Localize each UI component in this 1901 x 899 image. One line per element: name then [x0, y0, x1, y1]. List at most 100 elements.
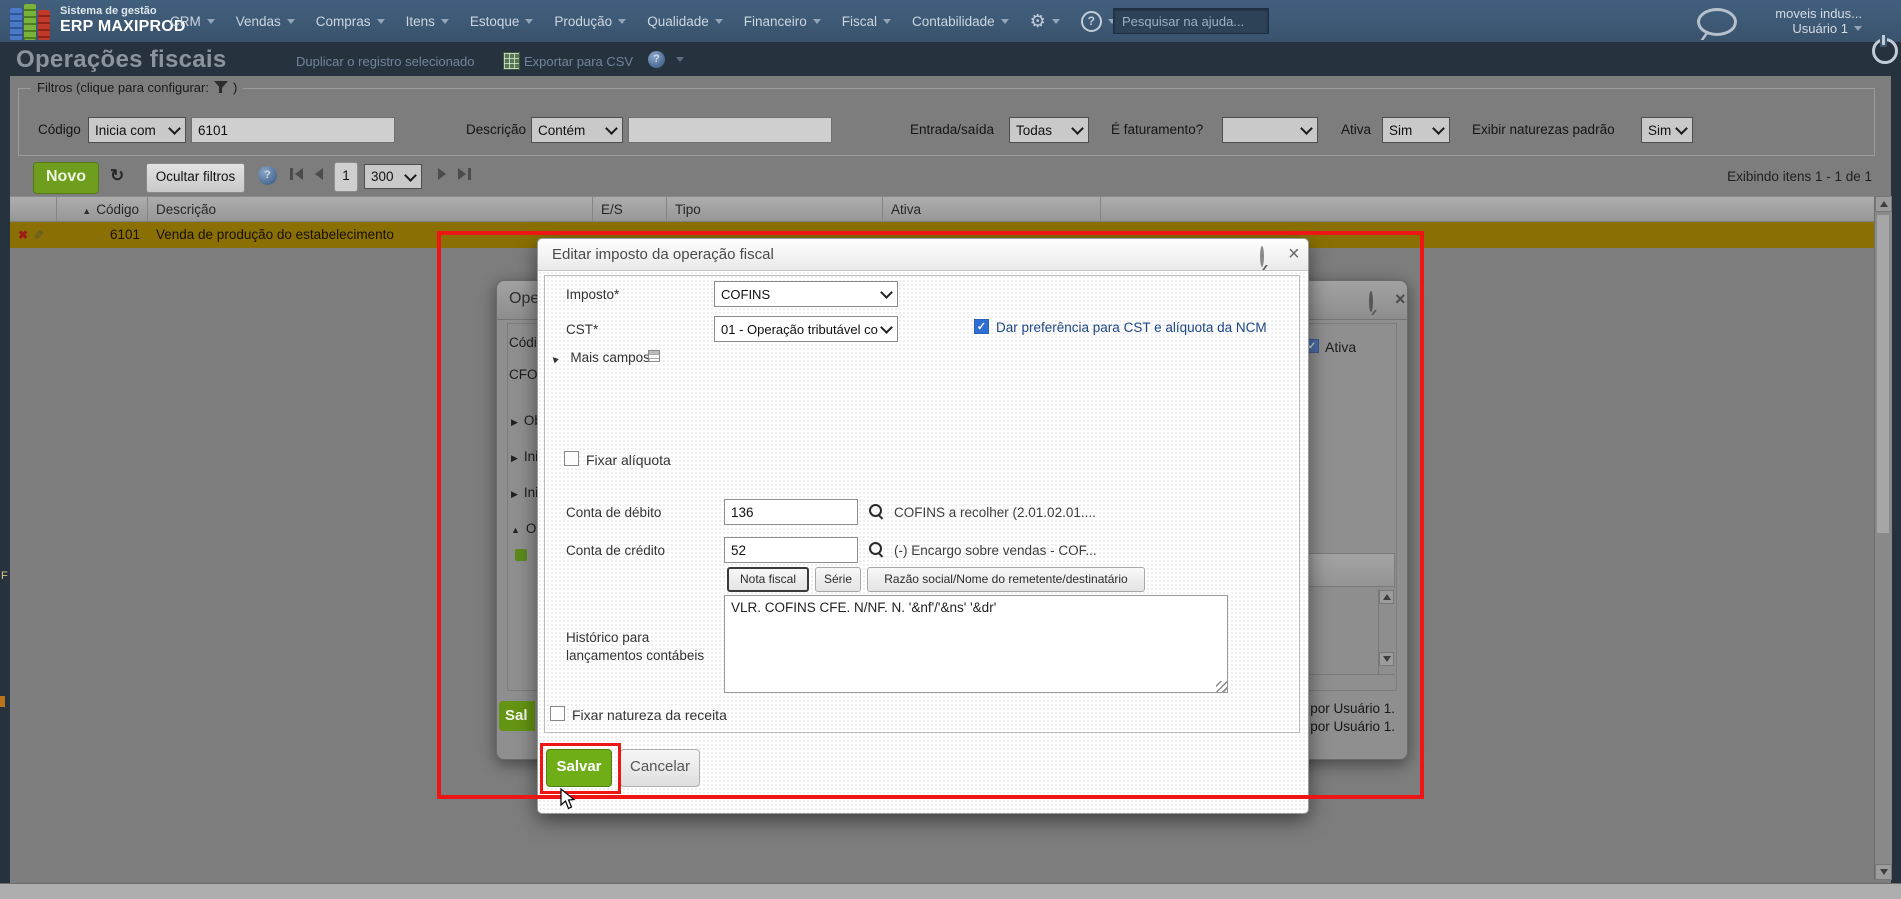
- menu-financeiro[interactable]: Financeiro: [744, 14, 821, 29]
- export-csv-link[interactable]: Exportar para CSV: [524, 54, 633, 69]
- scroll-thumb[interactable]: [1876, 214, 1890, 534]
- salvar-button[interactable]: Salvar: [546, 749, 612, 787]
- page-size-select[interactable]: 300: [364, 164, 422, 189]
- duplicate-record-link[interactable]: Duplicar o registro selecionado: [296, 54, 474, 69]
- conta-credito-input[interactable]: [724, 537, 858, 563]
- grid-header: ▲ Código Descrição E/S Tipo Ativa: [10, 196, 1874, 222]
- page-number-box[interactable]: 1: [334, 162, 358, 192]
- close-icon[interactable]: ×: [1395, 290, 1406, 308]
- conta-debito-input[interactable]: [724, 499, 858, 525]
- cst-select[interactable]: 01 - Operação tributável com alíc: [714, 316, 898, 342]
- grid-header-codigo[interactable]: ▲ Código: [57, 197, 148, 222]
- help-icon[interactable]: ?: [648, 51, 665, 68]
- menu-fiscal[interactable]: Fiscal: [842, 14, 892, 29]
- menu-estoque[interactable]: Estoque: [470, 14, 534, 29]
- historico-label-line1: Histórico para: [566, 630, 650, 645]
- hide-filters-button[interactable]: Ocultar filtros: [146, 163, 245, 193]
- menu-qualidade[interactable]: Qualidade: [647, 14, 723, 29]
- menu-help[interactable]: ?: [1080, 10, 1116, 32]
- chevron-down-icon: [618, 18, 627, 24]
- expander-collapsed[interactable]: ▶ Ini: [511, 485, 538, 500]
- menu-crm[interactable]: CRM: [170, 14, 215, 29]
- comment-bubble-icon[interactable]: [1369, 291, 1373, 312]
- filter-faturamento-select[interactable]: [1222, 117, 1318, 143]
- historico-textarea[interactable]: VLR. COFINS CFE. N/NF. N. '&nf'/'&ns' '&…: [724, 595, 1228, 693]
- pager-first-button[interactable]: [290, 168, 303, 180]
- maxiprod-logo-icon[interactable]: [10, 4, 52, 45]
- logo-bar-red: [38, 10, 50, 40]
- chevron-down-icon: [880, 286, 893, 299]
- edit-pencil-icon[interactable]: ✎: [24, 230, 50, 241]
- help-icon[interactable]: ?: [258, 166, 277, 185]
- logo-bar-blue: [10, 8, 22, 40]
- grid-header-es[interactable]: E/S: [593, 197, 667, 222]
- logo-brand: ERP MAXIPROD: [60, 18, 186, 35]
- chevron-down-icon: [1000, 18, 1009, 24]
- filter-codigo-operator-select[interactable]: Inicia com: [88, 117, 186, 143]
- filter-codigo-input[interactable]: [191, 117, 395, 143]
- resize-grip-icon[interactable]: [1216, 681, 1227, 692]
- logo-text[interactable]: Sistema de gestão ERP MAXIPROD: [60, 5, 186, 35]
- grid-header-tipo[interactable]: Tipo: [667, 197, 883, 222]
- filter-ativa-select[interactable]: Sim: [1382, 117, 1450, 143]
- fixar-aliquota-checkbox[interactable]: [564, 451, 579, 466]
- search-input[interactable]: [1113, 8, 1269, 34]
- modal-titlebar[interactable]: Editar imposto da operação fiscal ×: [538, 239, 1308, 271]
- triangle-expand-icon: ▲: [547, 352, 563, 367]
- filters-legend[interactable]: Filtros (clique para configurar: ): [31, 80, 244, 95]
- filter-descricao-label: Descrição: [466, 122, 527, 137]
- filter-exibir-select[interactable]: Sim: [1641, 117, 1693, 143]
- cancelar-button[interactable]: Cancelar: [620, 749, 700, 787]
- triangle-down-icon: [1382, 656, 1391, 662]
- row-actions: ✖ ✎: [10, 222, 57, 248]
- token-nota-fiscal-button[interactable]: Nota fiscal: [727, 567, 809, 592]
- page-header: Operações fiscais Duplicar o registro se…: [0, 44, 1901, 76]
- grid-header-ativa[interactable]: Ativa: [883, 197, 1101, 222]
- expander-collapsed[interactable]: ▶ Ini: [511, 449, 538, 464]
- novo-button[interactable]: Novo: [33, 162, 99, 194]
- menu-producao[interactable]: Produção: [554, 14, 627, 29]
- feedback-bubble-icon[interactable]: [1697, 8, 1737, 36]
- add-icon[interactable]: [515, 549, 527, 561]
- close-icon[interactable]: ×: [1288, 244, 1300, 264]
- comment-bubble-icon[interactable]: [1260, 246, 1264, 267]
- pager-last-button[interactable]: [458, 168, 471, 180]
- menu-itens[interactable]: Itens: [406, 14, 449, 29]
- triangle-right-icon: ▶: [511, 417, 518, 427]
- chevron-down-icon[interactable]: [676, 57, 684, 62]
- table-grid-icon[interactable]: [648, 350, 660, 362]
- mais-campos-expander[interactable]: ▲ Mais campos: [547, 349, 650, 367]
- token-razao-social-button[interactable]: Razão social/Nome do remetente/destinatá…: [867, 567, 1145, 592]
- pager-next-button[interactable]: [438, 168, 446, 180]
- triangle-down-icon: [1879, 869, 1888, 875]
- filter-faturamento-label: É faturamento?: [1111, 122, 1204, 137]
- filter-descricao-input[interactable]: [628, 117, 832, 143]
- filter-descricao-operator-select[interactable]: Contém: [531, 117, 623, 143]
- dialog-grid-scrollbar[interactable]: [1378, 588, 1395, 674]
- imposto-select[interactable]: COFINS: [714, 281, 898, 307]
- filter-entrada-select[interactable]: Todas: [1009, 117, 1089, 143]
- token-serie-button[interactable]: Série: [815, 567, 861, 592]
- menu-settings[interactable]: ⚙: [1030, 12, 1060, 30]
- scroll-up-button[interactable]: [1875, 196, 1892, 212]
- chevron-down-icon: [404, 168, 417, 182]
- scroll-down-button[interactable]: [1379, 652, 1394, 666]
- grid-scrollbar[interactable]: [1874, 196, 1892, 880]
- menu-compras[interactable]: Compras: [316, 14, 385, 29]
- filter-exibir-label: Exibir naturezas padrão: [1472, 122, 1615, 137]
- filter-codigo-label: Código: [38, 122, 81, 137]
- ncm-preference-checkbox[interactable]: ✓: [974, 319, 989, 334]
- refresh-icon[interactable]: ↻: [110, 166, 124, 186]
- menu-contabilidade[interactable]: Contabilidade: [912, 14, 1009, 29]
- logout-power-icon[interactable]: [1872, 35, 1898, 64]
- showing-items-label: Exibindo itens 1 - 1 de 1: [1727, 169, 1872, 184]
- grid-header-descricao[interactable]: Descrição: [148, 197, 593, 222]
- save-button-fragment[interactable]: Sal: [499, 701, 535, 731]
- menu-vendas[interactable]: Vendas: [236, 14, 295, 29]
- scroll-up-button[interactable]: [1379, 590, 1394, 604]
- chevron-down-icon: [1071, 122, 1084, 135]
- scroll-down-button[interactable]: [1875, 864, 1892, 880]
- pager-prev-button[interactable]: [315, 168, 323, 180]
- fixar-natureza-checkbox[interactable]: [550, 706, 565, 721]
- user-menu[interactable]: moveis indus... Usuário 1: [1740, 6, 1862, 36]
